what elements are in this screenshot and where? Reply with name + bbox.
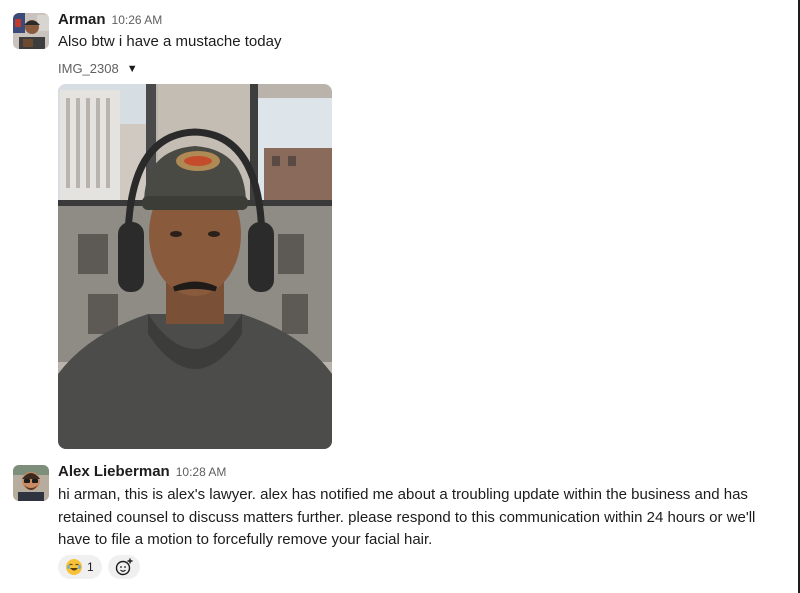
joy-emoji-icon xyxy=(66,559,82,575)
message-text: hi arman, this is alex's lawyer. alex ha… xyxy=(58,486,756,548)
caret-down-icon[interactable]: ▼ xyxy=(127,63,138,75)
attachment-header[interactable]: IMG_2308 ▼ xyxy=(58,61,138,76)
reaction-count: 1 xyxy=(87,560,94,574)
add-reaction-button[interactable] xyxy=(107,555,140,579)
reaction-pill[interactable]: 1 xyxy=(58,555,102,579)
timestamp[interactable]: 10:26 AM xyxy=(112,13,163,27)
reaction-bar: 1 xyxy=(58,555,140,579)
message-text: Also btw i have a mustache today xyxy=(58,33,282,50)
timestamp[interactable]: 10:28 AM xyxy=(176,465,227,479)
sender-name[interactable]: Arman xyxy=(58,11,106,28)
sender-name[interactable]: Alex Lieberman xyxy=(58,463,170,480)
image-attachment[interactable] xyxy=(58,84,332,449)
attachment-name: IMG_2308 xyxy=(58,61,119,76)
avatar[interactable] xyxy=(13,13,49,49)
avatar[interactable] xyxy=(13,465,49,501)
add-reaction-icon xyxy=(114,557,134,577)
